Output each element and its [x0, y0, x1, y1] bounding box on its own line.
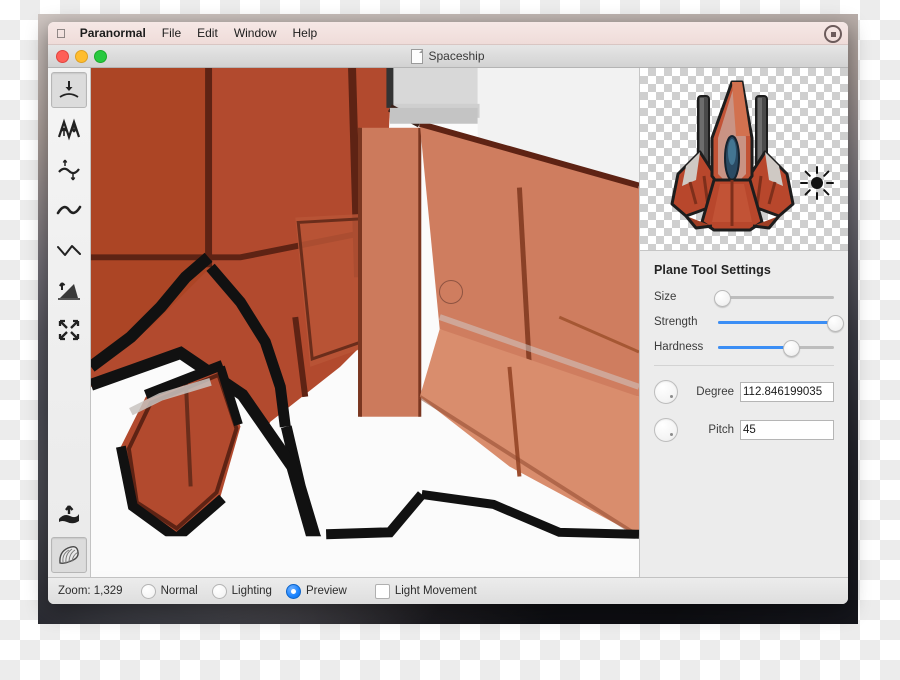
arrow-down-over-curve-icon [57, 78, 81, 102]
sprite-preview[interactable] [640, 68, 848, 251]
record-status-icon[interactable] [824, 25, 842, 43]
slider-track [718, 296, 834, 299]
zigzag-arrows-icon [56, 117, 82, 143]
menu-item-file[interactable]: File [162, 26, 181, 40]
field-row-pitch: Pitch 45 [654, 418, 834, 442]
apple-logo-icon[interactable]:  [56, 27, 66, 40]
radio-preview[interactable]: Preview [285, 583, 347, 599]
application-window:  Paranormal File Edit Window Help Space… [48, 22, 848, 604]
menu-bar:  Paranormal File Edit Window Help [48, 22, 848, 45]
title-center: Spaceship [48, 48, 848, 64]
status-bar: Zoom: 1,329 Normal Lighting Preview Ligh… [48, 577, 848, 604]
wave-up-down-arrows-icon [56, 157, 82, 183]
ramp-arrow-icon [56, 278, 82, 302]
radio-preview-label: Preview [305, 585, 347, 597]
close-button[interactable] [56, 49, 69, 63]
menu-item-help[interactable]: Help [293, 26, 318, 40]
plane-tool-settings: Plane Tool Settings Size Strength Hardne… [640, 251, 848, 442]
minimize-button[interactable] [75, 49, 88, 63]
slider-row-size: Size [654, 289, 834, 307]
slider-row-hardness: Hardness [654, 339, 834, 357]
tool-push-down[interactable] [51, 72, 87, 108]
tool-line-wave[interactable] [51, 232, 87, 268]
slider-fill [718, 321, 834, 324]
inspector-panel: Plane Tool Settings Size Strength Hardne… [639, 68, 848, 577]
radio-normal[interactable]: Normal [140, 583, 198, 599]
slider-knob[interactable] [827, 315, 844, 332]
menu-item-window[interactable]: Window [234, 26, 277, 40]
checkbox-light-movement[interactable]: Light Movement [374, 583, 477, 599]
radio-lighting[interactable]: Lighting [211, 583, 272, 599]
tool-zigzag[interactable] [51, 112, 87, 148]
extrude-arrow-icon [56, 503, 82, 527]
slider-hardness[interactable] [718, 339, 834, 357]
spaceship-sprite [670, 80, 795, 232]
field-label-degree: Degree [696, 386, 734, 398]
settings-divider [654, 365, 834, 366]
tool-expand[interactable] [51, 312, 87, 348]
degree-input[interactable]: 112.846199035 [740, 382, 834, 402]
tool-wave[interactable] [51, 192, 87, 228]
window-body: Plane Tool Settings Size Strength Hardne… [48, 68, 848, 577]
radio-normal-label: Normal [160, 585, 198, 597]
brush-cursor [439, 280, 463, 304]
settings-heading: Plane Tool Settings [654, 263, 771, 277]
radio-preview-indicator[interactable] [285, 583, 301, 599]
slider-label-strength: Strength [654, 316, 698, 328]
slider-label-size: Size [654, 291, 677, 303]
tool-extrude[interactable] [51, 497, 87, 533]
slider-size[interactable] [714, 289, 834, 307]
document-icon [411, 48, 424, 64]
zoom-button[interactable] [94, 49, 107, 63]
slider-knob[interactable] [782, 340, 800, 357]
tool-smooth-wave[interactable] [51, 152, 87, 188]
slider-strength[interactable] [718, 314, 844, 332]
canvas-area[interactable] [91, 68, 639, 577]
menu-app-name[interactable]: Paranormal [80, 26, 146, 40]
tool-palette [48, 68, 91, 577]
radio-lighting-label: Lighting [231, 585, 272, 597]
pitch-input[interactable]: 45 [740, 420, 834, 440]
canvas-pixel-art [91, 68, 639, 572]
slider-row-strength: Strength [654, 314, 844, 332]
slider-label-hardness: Hardness [654, 341, 704, 353]
sun-light-icon[interactable] [798, 164, 836, 202]
radio-normal-indicator[interactable] [140, 583, 156, 599]
four-arrows-expand-icon [57, 318, 81, 342]
title-bar: Spaceship [48, 45, 848, 68]
thick-wave-icon [56, 200, 82, 220]
window-controls [48, 49, 107, 63]
menu-item-edit[interactable]: Edit [197, 26, 218, 40]
tool-ramp[interactable] [51, 272, 87, 308]
ribbon-stroke-icon [56, 543, 82, 567]
slider-fill [718, 346, 790, 349]
checkbox-light-movement-indicator[interactable] [374, 583, 390, 599]
field-row-degree: Degree 112.846199035 [654, 380, 834, 404]
checkbox-light-movement-label: Light Movement [394, 585, 477, 597]
window-title: Spaceship [428, 49, 485, 63]
pitch-dial[interactable] [654, 418, 678, 442]
field-label-pitch: Pitch [708, 424, 734, 436]
thin-wave-icon [56, 240, 82, 260]
degree-dial[interactable] [654, 380, 678, 404]
slider-knob[interactable] [714, 290, 732, 307]
radio-lighting-indicator[interactable] [211, 583, 227, 599]
tool-ribbon[interactable] [51, 537, 87, 573]
zoom-level-label: Zoom: 1,329 [58, 585, 123, 597]
